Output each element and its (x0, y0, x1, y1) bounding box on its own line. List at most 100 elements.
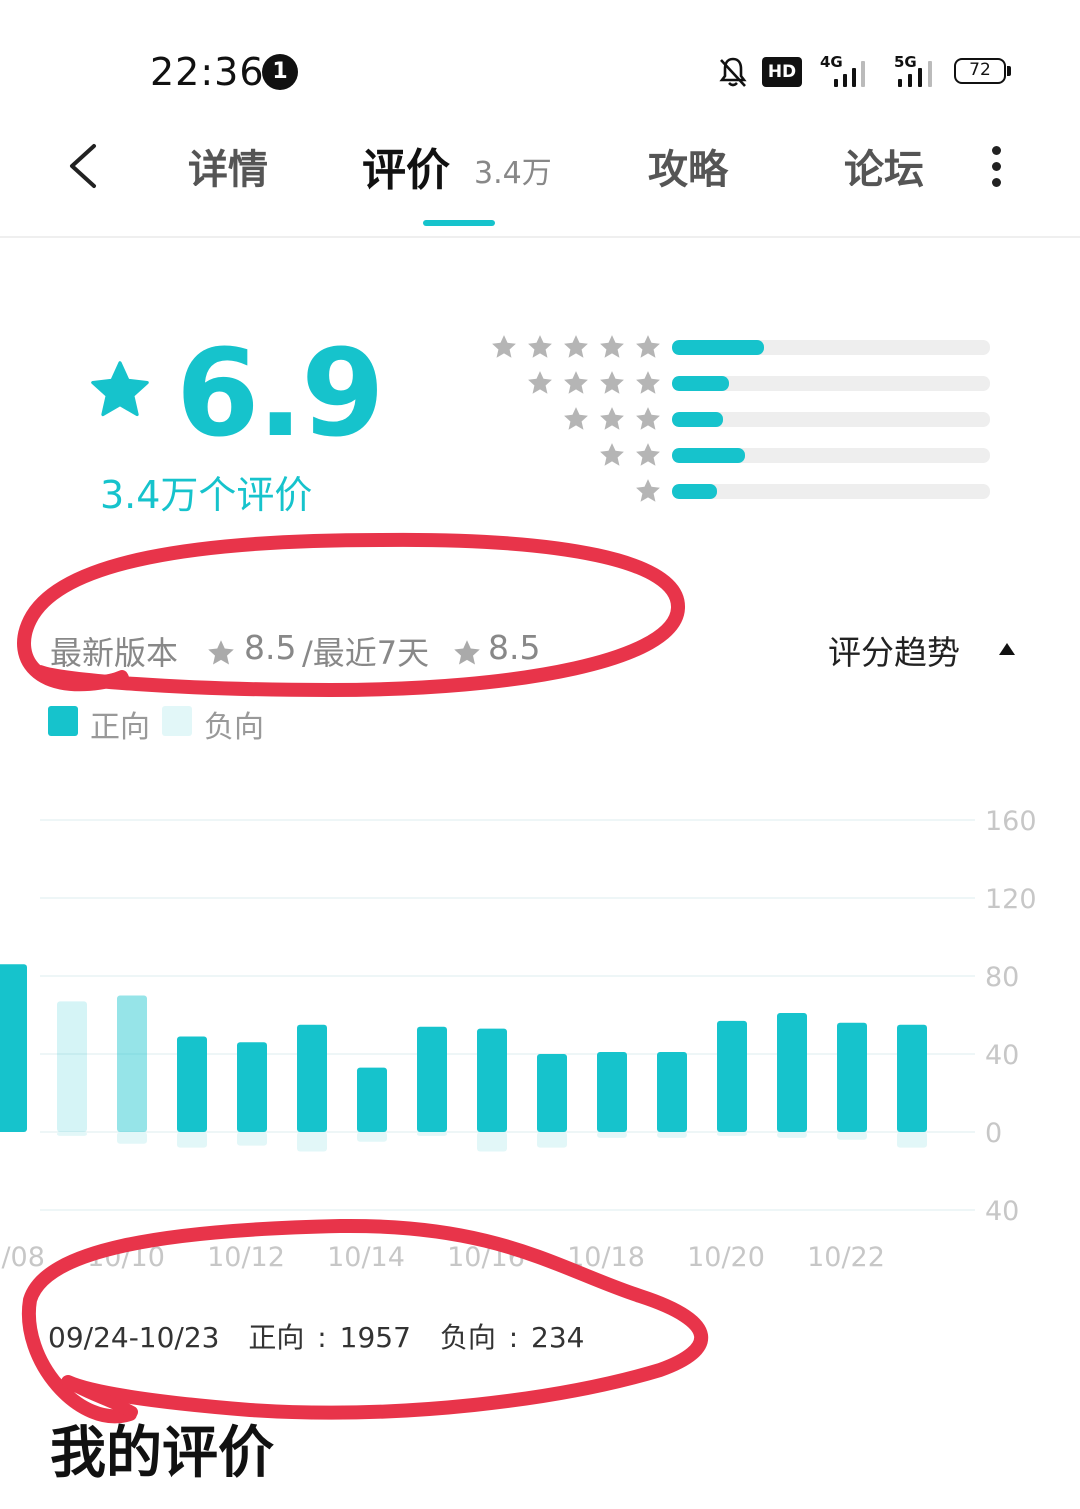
rating-trend-button[interactable]: 评分趋势 (828, 626, 960, 674)
y-tick-label: 40 (985, 1196, 1019, 1227)
bar-positive-10/08[interactable] (0, 964, 27, 1132)
bar-negative-10/21[interactable] (777, 1132, 807, 1138)
star-group (490, 333, 662, 363)
my-review-title: 我的评价 (50, 1421, 274, 1486)
tab-details[interactable]: 详情 (188, 137, 268, 195)
bar-positive-10/13[interactable] (297, 1024, 327, 1132)
bar-positive-10/16[interactable] (477, 1028, 507, 1132)
star-icon (636, 479, 660, 502)
bar-positive-10/19[interactable] (657, 1052, 687, 1132)
rating-count: 3.4万个评价 (100, 473, 313, 517)
rating-distribution-row-2-star (450, 441, 1010, 471)
star-icon (528, 371, 552, 394)
bar-negative-10/14[interactable] (357, 1132, 387, 1142)
bar-negative-10/20[interactable] (717, 1132, 747, 1136)
distribution-bar-fill (672, 376, 730, 391)
signal-4g-icon: 4G (816, 53, 876, 89)
bar-negative-10/22[interactable] (837, 1132, 867, 1140)
distribution-bar-track (672, 376, 990, 391)
x-tick-label: 10/22 (807, 1242, 885, 1273)
rating-trend-chart[interactable]: 160 120 80 40 0 40 10/08 10/10 10/12 10/14 10/16 10… (0, 780, 1080, 1280)
back-arrow-icon[interactable] (62, 140, 106, 192)
distribution-bar-track (672, 340, 990, 355)
rating-score: 6.9 (176, 325, 385, 464)
bar-negative-10/13[interactable] (297, 1132, 327, 1152)
tab-forum[interactable]: 论坛 (844, 137, 924, 195)
rating-distribution-row-1-star (450, 477, 1010, 507)
bar-positive-10/14[interactable] (357, 1067, 387, 1132)
bar-positive-10/11[interactable] (177, 1036, 207, 1132)
tab-reviews[interactable]: 评价 (362, 134, 450, 198)
y-tick-label: 40 (985, 1040, 1019, 1071)
signal-4g-label: 4G (820, 53, 843, 71)
bar-negative-10/12[interactable] (237, 1132, 267, 1146)
bar-positive-10/22[interactable] (837, 1022, 867, 1132)
star-icon (600, 335, 624, 358)
star-group (634, 477, 662, 507)
battery-tip (1007, 66, 1011, 76)
x-tick-label: 10/18 (567, 1242, 645, 1273)
tab-guides[interactable]: 攻略 (648, 137, 728, 195)
signal-bar (861, 61, 865, 87)
bar-negative-10/10[interactable] (117, 1132, 147, 1144)
bar-positive-10/15[interactable] (417, 1026, 447, 1132)
signal-bar (898, 79, 902, 87)
bar-negative-10/09[interactable] (57, 1132, 87, 1136)
distribution-bar-fill (672, 484, 717, 499)
distribution-bar-fill (672, 340, 765, 355)
legend-negative-swatch (162, 706, 192, 736)
y-tick-label: 80 (985, 962, 1019, 993)
star-icon (600, 443, 624, 466)
bar-positive-10/17[interactable] (537, 1054, 567, 1132)
rating-distribution-row-3-star (450, 405, 1010, 435)
latest-version-label: 最新版本 (50, 634, 179, 672)
bar-positive-10/09[interactable] (57, 1001, 87, 1132)
bell-muted-icon (719, 57, 747, 87)
x-tick-label: 10/08 (0, 1242, 45, 1273)
bar-positive-10/12[interactable] (237, 1042, 267, 1132)
star-icon (564, 371, 588, 394)
legend-positive-label: 正向 (90, 710, 150, 745)
bar-negative-10/15[interactable] (417, 1132, 447, 1136)
summary-positive: 正向 : 1957 (248, 1321, 411, 1354)
caret-up-icon[interactable] (998, 642, 1016, 656)
bar-positive-10/18[interactable] (597, 1052, 627, 1132)
bar-positive-10/23[interactable] (897, 1024, 927, 1132)
signal-bar (908, 74, 912, 87)
bar-negative-10/19[interactable] (657, 1132, 687, 1138)
star-icon (636, 443, 660, 466)
star-icon (564, 407, 588, 430)
bar-negative-10/16[interactable] (477, 1132, 507, 1152)
bar-positive-10/20[interactable] (717, 1020, 747, 1132)
star-icon (636, 335, 660, 358)
bar-negative-10/23[interactable] (897, 1132, 927, 1148)
more-options-icon[interactable] (986, 146, 1006, 190)
bar-negative-10/18[interactable] (597, 1132, 627, 1138)
nav-divider (0, 236, 1080, 238)
star-icon (492, 335, 516, 358)
distribution-bar-track (672, 412, 990, 427)
recent-7-days-score: 8.5 (488, 628, 541, 667)
bar-positive-10/10[interactable] (117, 995, 147, 1133)
distribution-bar-fill (672, 412, 723, 427)
star-icon (600, 407, 624, 430)
y-tick-label: 120 (985, 884, 1037, 915)
star-icon (636, 407, 660, 430)
star-icon (564, 335, 588, 358)
star-group (598, 441, 662, 471)
star-icon (600, 371, 624, 394)
distribution-bar-fill (672, 448, 746, 463)
x-tick-label: 10/16 (447, 1242, 525, 1273)
trend-summary: 09/24-10/23 正向 : 1957 负向 : 234 (48, 1316, 601, 1356)
status-time: 22:36 (150, 50, 265, 94)
bar-negative-10/11[interactable] (177, 1132, 207, 1148)
signal-5g-label: 5G (894, 53, 917, 71)
bar-positive-10/21[interactable] (777, 1013, 807, 1132)
signal-bar (918, 68, 922, 87)
recent-7-days-label: /最近7天 (302, 634, 430, 672)
rating-distribution-row-4-star (450, 369, 1010, 399)
hd-icon: HD (762, 57, 802, 87)
active-tab-indicator (423, 220, 495, 226)
bar-negative-10/17[interactable] (537, 1132, 567, 1148)
star-icon (636, 371, 660, 394)
